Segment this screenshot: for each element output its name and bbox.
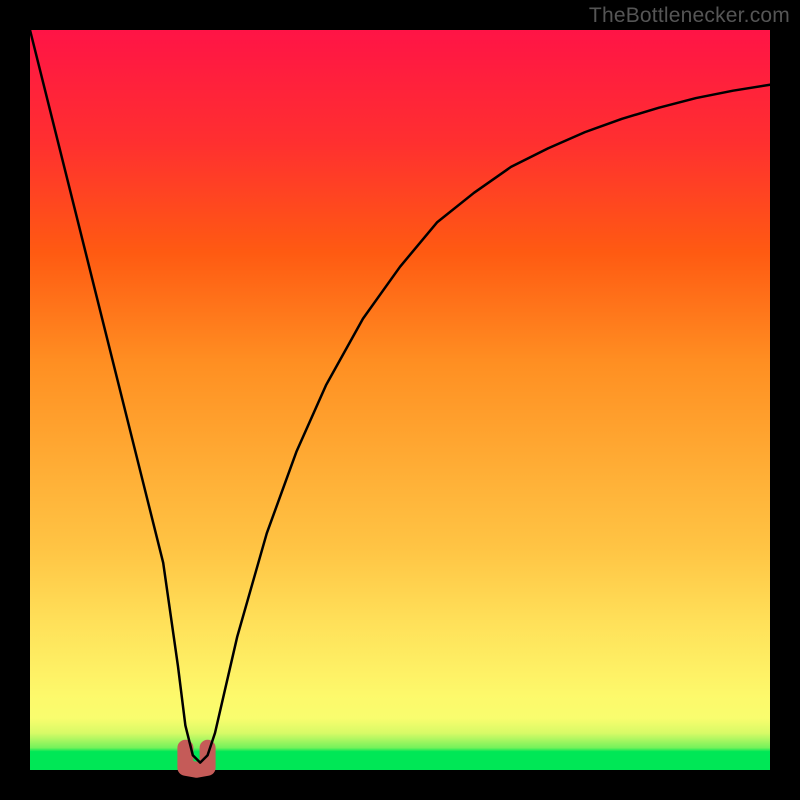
bottleneck-curve <box>30 30 770 763</box>
curve-layer <box>30 30 770 770</box>
chart-frame: TheBottlenecker.com <box>0 0 800 800</box>
watermark-text: TheBottlenecker.com <box>589 4 790 28</box>
plot-area <box>30 30 770 770</box>
